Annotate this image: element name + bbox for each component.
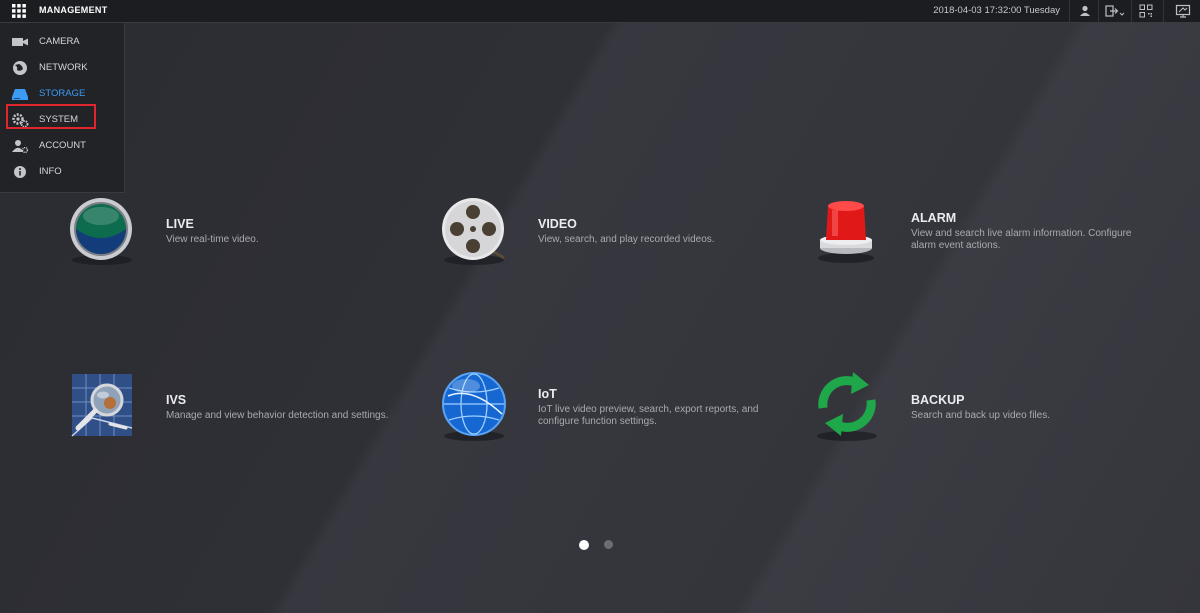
logout-icon[interactable] bbox=[1104, 3, 1126, 19]
qr-code-icon[interactable] bbox=[1138, 3, 1154, 19]
top-bar: MANAGEMENT 2018-04-03 17:32:00 Tuesday bbox=[0, 0, 1200, 23]
tile-ivs[interactable]: IVS Manage and view behavior detection a… bbox=[70, 368, 410, 448]
live-orb-icon bbox=[70, 192, 138, 272]
info-icon bbox=[11, 164, 29, 180]
account-user-icon bbox=[11, 138, 29, 154]
display-monitor-icon[interactable] bbox=[1175, 3, 1191, 19]
globe-icon bbox=[442, 368, 510, 448]
tile-description: IoT live video preview, search, export r… bbox=[538, 404, 759, 427]
tile-description: View real-time video. bbox=[166, 234, 259, 245]
film-reel-icon bbox=[442, 192, 510, 272]
main-menu-grid-icon[interactable] bbox=[12, 4, 26, 18]
tile-description: View and search live alarm information. … bbox=[911, 228, 1132, 251]
tile-description: Manage and view behavior detection and s… bbox=[166, 410, 389, 421]
tile-video[interactable]: VIDEO View, search, and play recorded vi… bbox=[442, 192, 782, 272]
tile-description: View, search, and play recorded videos. bbox=[538, 234, 715, 245]
menu-item-network[interactable]: NETWORK bbox=[0, 56, 124, 80]
camera-icon bbox=[11, 34, 29, 50]
menu-item-label: STORAGE bbox=[39, 88, 86, 99]
menu-item-storage[interactable]: STORAGE bbox=[0, 82, 124, 106]
menu-item-account[interactable]: ACCOUNT bbox=[0, 134, 124, 158]
backup-arrows-icon bbox=[815, 368, 883, 448]
tile-title: IVS bbox=[166, 393, 187, 407]
menu-item-camera[interactable]: CAMERA bbox=[0, 30, 124, 54]
tile-alarm[interactable]: ALARM View and search live alarm informa… bbox=[815, 192, 1155, 272]
alarm-siren-icon bbox=[815, 192, 883, 272]
tile-title: VIDEO bbox=[538, 217, 577, 231]
storage-disk-icon bbox=[11, 86, 29, 102]
storage-highlight-box bbox=[6, 104, 96, 129]
page-indicator bbox=[579, 540, 619, 552]
page-dot[interactable] bbox=[604, 540, 613, 549]
menu-item-label: NETWORK bbox=[39, 62, 88, 73]
user-icon[interactable] bbox=[1077, 3, 1093, 19]
toolbar-divider bbox=[1098, 0, 1099, 22]
page-title: MANAGEMENT bbox=[39, 5, 108, 15]
toolbar-divider bbox=[1069, 0, 1070, 22]
tile-title: ALARM bbox=[911, 211, 957, 225]
menu-item-label: INFO bbox=[39, 166, 62, 177]
page-dot-active[interactable] bbox=[579, 540, 589, 550]
datetime-display: 2018-04-03 17:32:00 Tuesday bbox=[933, 5, 1060, 16]
tile-title: IoT bbox=[538, 387, 557, 401]
tile-iot[interactable]: IoT IoT live video preview, search, expo… bbox=[442, 368, 782, 448]
menu-item-label: ACCOUNT bbox=[39, 140, 86, 151]
tile-title: BACKUP bbox=[911, 393, 965, 407]
tile-description: Search and back up video files. bbox=[911, 410, 1050, 421]
menu-item-label: CAMERA bbox=[39, 36, 80, 47]
magnifier-icon bbox=[70, 368, 138, 448]
management-menu: CAMERA NETWORK STORAGE SYSTEM ACCOUNT IN… bbox=[0, 23, 125, 193]
menu-item-info[interactable]: INFO bbox=[0, 160, 124, 184]
tile-title: LIVE bbox=[166, 217, 194, 231]
tile-backup[interactable]: BACKUP Search and back up video files. bbox=[815, 368, 1155, 448]
network-globe-icon bbox=[11, 60, 29, 76]
toolbar-divider bbox=[1163, 0, 1164, 22]
tile-live[interactable]: LIVE View real-time video. bbox=[70, 192, 410, 272]
toolbar-divider bbox=[1131, 0, 1132, 22]
